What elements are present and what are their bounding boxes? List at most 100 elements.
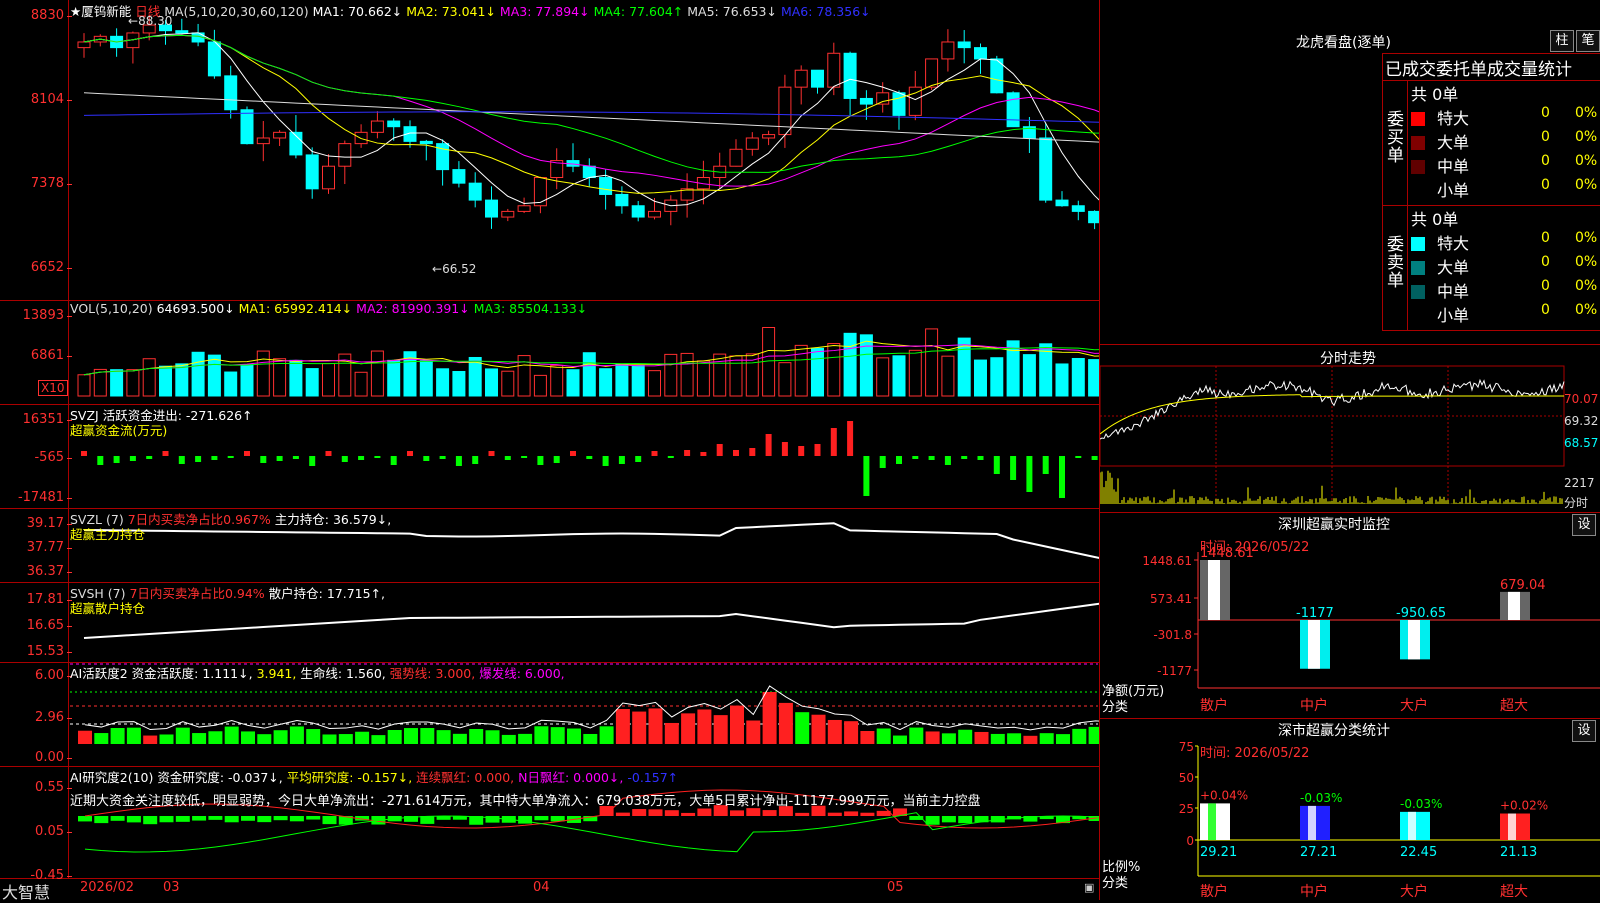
buy-order-title-text: 委买单	[1387, 110, 1404, 166]
candle-panel[interactable]: 8830 8104 7378 6652 ★厦钨新能 日线 MA(5,10,20,…	[0, 0, 1100, 301]
activity-bar	[550, 727, 565, 744]
activity-bar	[159, 734, 174, 744]
activity-bar	[925, 731, 940, 744]
candle-body	[957, 41, 971, 49]
candle-body	[827, 52, 841, 88]
activity-bar	[355, 731, 370, 744]
classify-tick: 25	[1179, 802, 1194, 816]
fund-flow-bar	[211, 456, 218, 460]
activity-bar	[469, 728, 484, 744]
candlestick-chart[interactable]	[0, 0, 1100, 300]
volume-bar	[990, 357, 1004, 397]
buy-row-1[interactable]: 特大 0 0%	[1411, 105, 1597, 129]
candle-body	[207, 41, 221, 77]
main-position-panel[interactable]: 39.17 37.77 36.37 SVZL (7) 7日内买卖净占比0.967…	[0, 508, 1100, 583]
research-last-value: -0.157↑	[627, 770, 679, 785]
candle-body	[468, 182, 482, 201]
retail-position-panel[interactable]: 17.81 16.65 15.53 SVSH (7) 7日内买卖净占比0.94%…	[0, 582, 1100, 663]
activity-bar	[567, 728, 581, 744]
fund-flow-bar	[781, 442, 788, 456]
volume-bar	[159, 365, 172, 397]
volume-bar	[370, 350, 384, 397]
sell-row-value: 0	[1541, 278, 1550, 294]
classify-stats-panel[interactable]: 深市超赢分类统计 设 时间: 2026/05/22 75 50 25 0 +0.04% 2…	[1100, 718, 1600, 900]
volume-bar	[631, 365, 645, 397]
intraday-tick: 68.57	[1564, 436, 1599, 450]
volume-bar	[713, 353, 727, 397]
ma-value-5: MA5: 76.653↓	[683, 4, 777, 19]
realtime-monitor-panel[interactable]: 深圳超赢实时监控 设 时间: 2026/05/22 1448.61 573.41-…	[1100, 512, 1600, 719]
retail-position-ratio: 7日内买卖净占比0.94%	[129, 586, 265, 601]
fund-flow-bar	[178, 456, 185, 464]
candle-body	[501, 210, 515, 218]
date-label: 2026/02	[80, 880, 135, 895]
ma-legend: ★厦钨新能 日线 MA(5,10,20,30,60,120) MA1: 70.6…	[70, 1, 871, 20]
sell-row-2[interactable]: 大单 0 0%	[1411, 254, 1597, 278]
buy-row-2[interactable]: 大单 0 0%	[1411, 129, 1597, 153]
classify-tick: 75	[1179, 740, 1194, 754]
buy-row-percent: 0%	[1575, 153, 1598, 169]
buy-row-value: 0	[1541, 153, 1550, 169]
sell-row-3[interactable]: 中单 0 0%	[1411, 278, 1597, 302]
intraday-panel[interactable]: 分时走势 70.07 69.32 68.57 2217 分时	[1100, 344, 1600, 513]
ma-values: MA1: 70.662↓ MA2: 73.041↓ MA3: 77.894↓ M…	[313, 4, 871, 19]
buy-row-percent: 0%	[1575, 129, 1598, 145]
volume-ma-value-3: MA3: 85504.133↓	[469, 301, 588, 316]
sell-row-1[interactable]: 特大 0 0%	[1411, 230, 1597, 254]
candle-body	[452, 169, 466, 184]
stats-tab-label[interactable]: 已成交委托单成交量统计	[1385, 55, 1572, 80]
monitor-bar-chart[interactable]: 1448.61 573.41 -301.8 -1177 1448.61 散户 -1177 中户…	[1100, 512, 1600, 718]
volume-bar	[93, 368, 107, 397]
candle-body	[224, 75, 238, 111]
volume-bar	[1022, 354, 1036, 397]
research-bar	[534, 816, 549, 821]
research-bar	[192, 816, 207, 821]
activity-bar	[893, 735, 907, 744]
intraday-chart[interactable]	[1100, 344, 1600, 512]
ma-value-6: MA6: 78.356↓	[776, 4, 871, 19]
fund-flow-bar	[537, 456, 544, 465]
buy-row-3[interactable]: 中单 0 0%	[1411, 153, 1597, 177]
lock-icon[interactable]: ▣	[1084, 881, 1094, 894]
buy-row-4[interactable]: 小单 0 0%	[1411, 177, 1597, 201]
bar-mode-button[interactable]: 柱	[1550, 30, 1574, 52]
activity-line	[84, 685, 1100, 731]
research-bar	[241, 816, 255, 821]
fund-flow-bar	[684, 450, 691, 456]
classify-tick: 50	[1179, 771, 1194, 785]
tick-mode-button[interactable]: 笔	[1576, 30, 1600, 52]
activity-bar	[420, 728, 435, 744]
classify-bar-highlight	[1508, 813, 1516, 840]
stock-name: ★厦钨新能	[70, 4, 132, 19]
volume-bar	[142, 358, 156, 397]
fund-flow-bar	[1059, 456, 1065, 498]
sell-row-label: 大单	[1437, 258, 1470, 277]
fund-flow-panel[interactable]: 16351 -565 -17481 SVZJ 活跃资金进出: -271.626↑…	[0, 404, 1100, 509]
research-bar	[143, 816, 158, 825]
ai-activity-panel[interactable]: 6.00 2.96 0.00 AI活跃度2 资金活跃度: 1.111↓, 3.9…	[0, 662, 1100, 767]
volume-bar	[582, 352, 596, 397]
volume-panel[interactable]: 13893 6861 X10 VOL(5,10,20) 64693.500↓ M…	[0, 300, 1100, 405]
sell-order-box: 委卖单 共 0单 特大 0 0% 大单 0 0% 中单 0 0% 小单 0 0%	[1382, 205, 1600, 331]
buy-color-swatch	[1411, 160, 1425, 174]
monitor-bar-highlight	[1408, 620, 1420, 660]
volume-bar	[289, 359, 303, 397]
sell-row-4[interactable]: 小单 0 0%	[1411, 302, 1597, 326]
classify-bar-chart[interactable]: 75 50 25 0 +0.04% 29.21 散户 -0.03% 27.21 中户 -0.03% 2…	[1100, 718, 1600, 900]
activity-bar	[827, 719, 842, 744]
volume-bar	[925, 328, 939, 397]
candle-body	[729, 148, 743, 167]
buy-row-value: 0	[1541, 129, 1550, 145]
high-price-label: ←88.30	[128, 14, 173, 28]
monitor-tick: -1177	[1157, 664, 1192, 678]
activity-bar	[762, 692, 777, 744]
retail-position-value: 散户持仓: 17.715↑,	[268, 586, 386, 601]
candle-body	[338, 143, 352, 167]
volume-bar	[273, 358, 287, 397]
activity-bar	[241, 731, 255, 744]
buy-row-label: 中单	[1437, 157, 1470, 176]
ai-research-panel[interactable]: 0.55 0.05 -0.45 AI研究度2(10) 资金研究度: -0.037…	[0, 766, 1100, 883]
activity-bar	[387, 729, 402, 744]
dragon-tiger-panel[interactable]: 龙虎看盘(逐单) 柱 笔 已成交委托单成交量统计 委买单 共 0单 特大 0 0% 大…	[1100, 0, 1600, 345]
volume-bar	[1006, 340, 1020, 397]
